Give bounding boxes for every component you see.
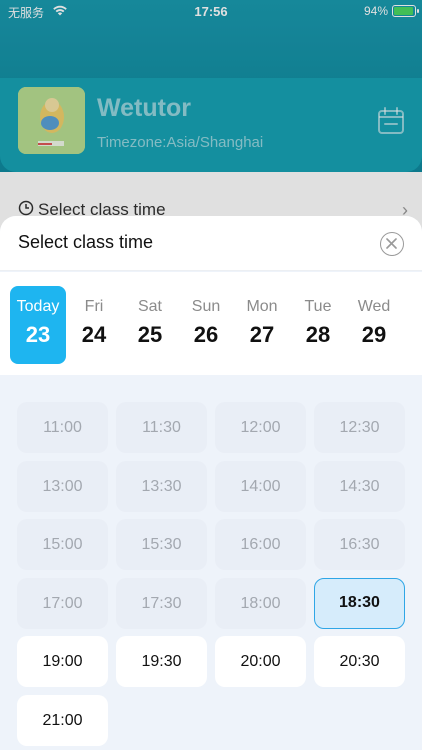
time-slot: 12:00 — [215, 402, 306, 453]
date-weekday: Tue — [304, 298, 332, 315]
date-weekday: Sat — [137, 298, 162, 315]
date-day: 28 — [305, 322, 331, 347]
time-slot: 13:30 — [116, 460, 207, 512]
time-slot: 13:00 — [17, 460, 108, 512]
time-slot: 14:30 — [314, 460, 405, 512]
time-slot[interactable]: 20:30 — [314, 636, 405, 687]
date-day: 25 — [137, 322, 163, 347]
date-item[interactable]: Fri 24 — [66, 286, 122, 364]
date-weekday: Wed — [357, 298, 391, 315]
close-icon[interactable] — [380, 232, 404, 256]
date-day: 29 — [361, 322, 387, 347]
date-day: 3 — [402, 322, 422, 348]
date-weekday: T — [402, 298, 422, 316]
time-slot: 11:00 — [17, 402, 108, 453]
date-weekday: Today — [16, 298, 60, 315]
date-day: 26 — [193, 322, 219, 347]
time-slot[interactable]: 18:30 — [314, 577, 405, 629]
date-weekday: Mon — [246, 298, 278, 315]
date-item[interactable]: Mon 27 — [234, 286, 290, 364]
time-slot[interactable]: 19:30 — [116, 636, 207, 687]
date-item[interactable]: Wed 29 — [346, 286, 402, 364]
time-slot: 17:00 — [17, 577, 108, 629]
time-slot: 17:30 — [116, 577, 207, 629]
time-slot: 18:00 — [215, 577, 306, 629]
sheet-title: Select class time — [18, 232, 154, 252]
time-slot: 11:30 — [116, 402, 207, 453]
time-slot[interactable]: 19:00 — [17, 636, 108, 687]
time-slot: 15:00 — [17, 519, 108, 570]
date-weekday: Sun — [191, 298, 221, 315]
date-strip: Today23Fri24Sat25Sun26Mon27Tue28Wed29T3 — [0, 272, 422, 375]
date-day: 27 — [249, 322, 275, 347]
date-day: 24 — [81, 322, 107, 347]
time-slot[interactable]: 20:00 — [215, 636, 306, 687]
date-item[interactable]: Sun 26 — [178, 286, 234, 364]
date-item[interactable]: Tue 28 — [290, 286, 346, 364]
time-slot: 12:30 — [314, 402, 405, 453]
date-item[interactable]: Today 23 — [10, 286, 66, 364]
date-item[interactable]: Sat 25 — [122, 286, 178, 364]
time-slot: 15:30 — [116, 519, 207, 570]
sheet-header: Select class time — [0, 216, 422, 271]
class-time-sheet: Select class time Today 23 Fri 24 Sat 25 Sun 26… — [0, 216, 422, 750]
time-slot: 14:00 — [215, 460, 306, 512]
time-slot: 16:30 — [314, 519, 405, 570]
date-item[interactable]: T3 — [402, 286, 422, 364]
time-slot[interactable]: 21:00 — [17, 694, 108, 746]
time-slot-grid: 11:00 11:30 12:00 12:30 13:00 13:30 14:00 14:30… — [0, 375, 422, 750]
date-weekday: Fri — [84, 298, 104, 315]
time-slot: 16:00 — [215, 519, 306, 570]
date-day: 23 — [25, 322, 51, 347]
